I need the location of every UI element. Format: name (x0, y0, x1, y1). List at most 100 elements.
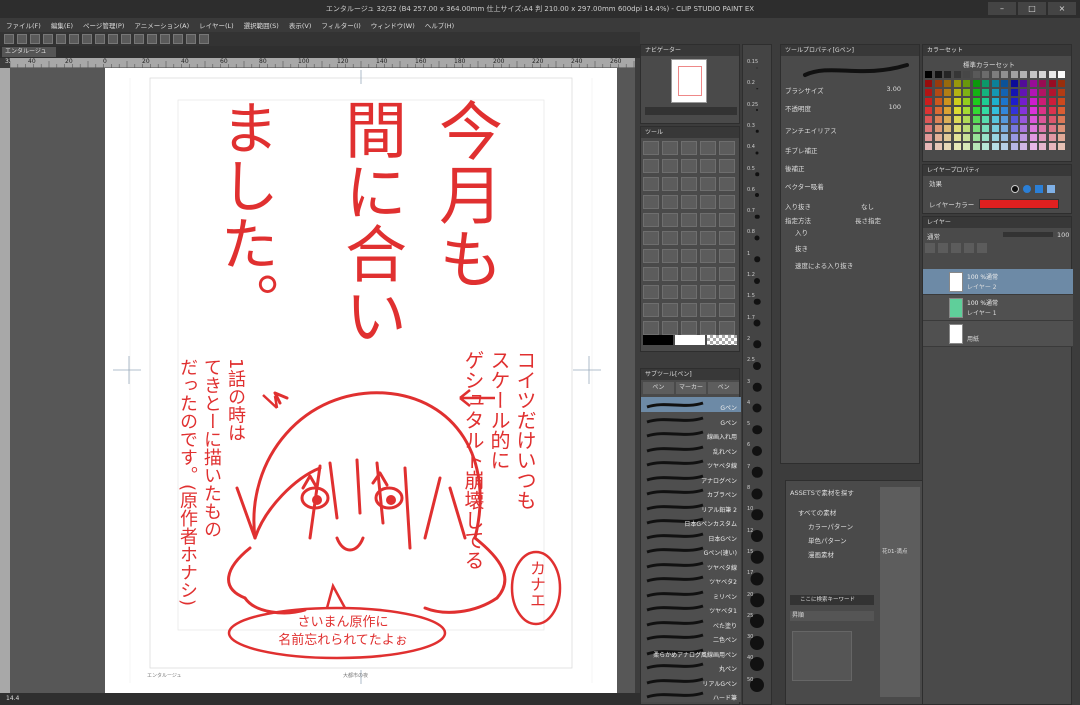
speed-row[interactable]: 速度による入り抜き (795, 260, 925, 272)
tool-button[interactable] (719, 177, 735, 191)
brush-size-item[interactable]: 40 (745, 655, 769, 672)
color-swatch[interactable] (972, 143, 980, 150)
antialias-row[interactable]: アンチエイリアス (785, 125, 915, 137)
brush-item[interactable]: ハード筆 (641, 687, 741, 702)
tool-button[interactable] (643, 177, 659, 191)
assets-item-mono-pattern[interactable]: 単色パターン (808, 535, 847, 545)
tool-property-tab[interactable]: ツールプロパティ[Gペン] (781, 45, 919, 56)
color-swatch[interactable] (925, 89, 932, 96)
tool-button[interactable] (700, 249, 716, 263)
new-file-icon[interactable] (17, 34, 27, 44)
stabilize-row[interactable]: 手ブレ補正 (785, 145, 915, 157)
brush-size-item[interactable]: 1.5 (745, 293, 769, 310)
color-settings-icon[interactable] (173, 34, 183, 44)
color-swatch[interactable] (991, 80, 999, 87)
snap-ruler-icon[interactable] (134, 34, 144, 44)
color-swatch[interactable] (944, 80, 951, 87)
brush-size-value[interactable]: 3.00 (887, 85, 901, 93)
color-swatch[interactable] (963, 89, 970, 96)
transform-icon[interactable] (95, 34, 105, 44)
color-swatch[interactable] (934, 125, 942, 132)
brush-size-item[interactable]: 0.25 (745, 102, 769, 119)
tool-button[interactable] (662, 285, 678, 299)
layer-row-2[interactable]: 100 %通常 レイヤー 2 (923, 269, 1073, 295)
color-swatch[interactable] (1029, 125, 1037, 132)
tool-button[interactable] (643, 249, 659, 263)
color-swatch[interactable] (1048, 134, 1056, 141)
tool-button[interactable] (643, 195, 659, 209)
assets-icon[interactable] (186, 34, 196, 44)
tool-button[interactable] (643, 267, 659, 281)
assets-search-input[interactable]: ここに検索キーワード (790, 595, 874, 605)
deselect-icon[interactable] (108, 34, 118, 44)
color-swatch[interactable] (1010, 89, 1018, 96)
brush-size-item[interactable]: 0.5 (745, 166, 769, 183)
tool-button[interactable] (681, 231, 697, 245)
color-swatch[interactable] (1020, 125, 1027, 132)
tool-button[interactable] (681, 285, 697, 299)
tool-button[interactable] (681, 249, 697, 263)
brush-size-item[interactable]: 8 (745, 485, 769, 502)
maximize-button[interactable]: □ (1018, 2, 1046, 15)
menu-layer[interactable]: レイヤー(L) (199, 20, 234, 30)
layer-opacity-value[interactable]: 100 (1057, 231, 1069, 239)
brush-size-item[interactable]: 50 (745, 677, 769, 694)
tool-button[interactable] (700, 141, 716, 155)
navigator-tab[interactable]: ナビゲーター (641, 45, 739, 56)
color-swatch[interactable] (963, 143, 970, 150)
tool-button[interactable] (719, 195, 735, 209)
menu-select[interactable]: 選択範囲(S) (244, 20, 279, 30)
color-swatch[interactable] (972, 71, 980, 78)
tool-tab[interactable]: ツール (641, 127, 739, 138)
brush-size-item[interactable]: 1.7 (745, 315, 769, 332)
color-swatch[interactable] (982, 134, 989, 141)
color-swatch[interactable] (925, 116, 932, 123)
tool-button[interactable] (700, 285, 716, 299)
color-swatch[interactable] (1048, 116, 1056, 123)
color-swatch[interactable] (1058, 107, 1065, 114)
brush-size-item[interactable]: 15 (745, 549, 769, 566)
redo-icon[interactable] (69, 34, 79, 44)
app-icon[interactable] (4, 34, 14, 44)
color-swatch[interactable] (1010, 116, 1018, 123)
color-swatch[interactable] (934, 143, 942, 150)
color-swatch[interactable] (1001, 125, 1008, 132)
tool-button[interactable] (643, 159, 659, 173)
color-swatch[interactable] (982, 98, 989, 105)
color-swatch[interactable] (982, 80, 989, 87)
color-swatch[interactable] (934, 71, 942, 78)
tool-button[interactable] (662, 141, 678, 155)
tool-button[interactable] (700, 177, 716, 191)
color-swatch[interactable] (944, 107, 951, 114)
layer-row-1[interactable]: 100 %通常 レイヤー 1 (923, 295, 1073, 321)
color-swatch[interactable] (1029, 98, 1037, 105)
tool-button[interactable] (643, 285, 659, 299)
tool-button[interactable] (700, 213, 716, 227)
color-swatch[interactable] (1020, 116, 1027, 123)
subtool-group-pen-2[interactable]: ペン (708, 382, 740, 394)
color-swatch[interactable] (1039, 71, 1046, 78)
tool-button[interactable] (719, 303, 735, 317)
learn-icon[interactable] (199, 34, 209, 44)
tool-button[interactable] (681, 195, 697, 209)
brush-size-item[interactable]: 0.7 (745, 208, 769, 225)
brush-size-item[interactable]: 0.8 (745, 229, 769, 246)
color-swatch[interactable] (944, 89, 951, 96)
snap-special-icon[interactable] (160, 34, 170, 44)
color-swatch[interactable] (1029, 107, 1037, 114)
color-swatch[interactable] (1058, 80, 1065, 87)
color-swatch[interactable] (934, 98, 942, 105)
brush-size-item[interactable]: 25 (745, 613, 769, 630)
tool-button[interactable] (719, 267, 735, 281)
brush-size-item[interactable]: 10 (745, 506, 769, 523)
tool-button[interactable] (662, 303, 678, 317)
color-swatch[interactable] (1001, 116, 1008, 123)
color-swatch[interactable] (1058, 143, 1065, 150)
color-swatch[interactable] (1039, 98, 1046, 105)
tool-button[interactable] (700, 159, 716, 173)
color-swatch[interactable] (1020, 143, 1027, 150)
tool-button[interactable] (681, 303, 697, 317)
color-swatch[interactable] (944, 71, 951, 78)
save-icon[interactable] (43, 34, 53, 44)
brush-size-item[interactable]: 2 (745, 336, 769, 353)
